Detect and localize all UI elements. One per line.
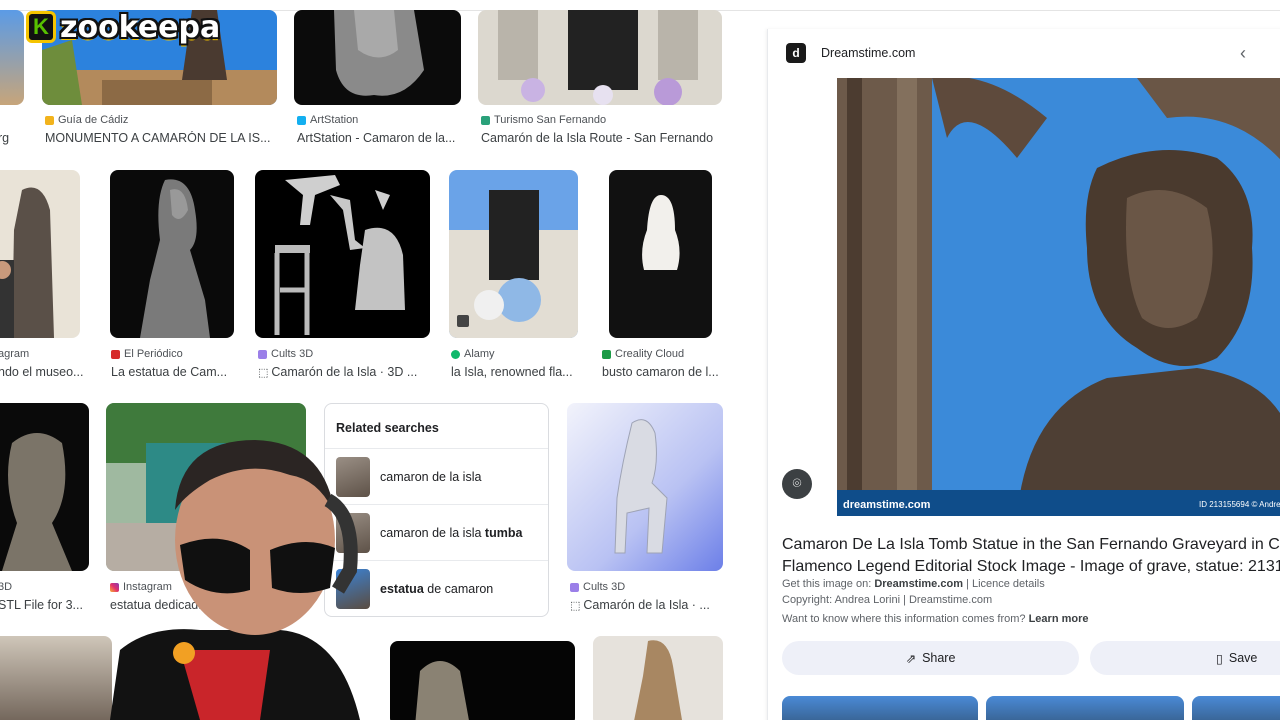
zookeepa-logo: K zookeepa <box>26 8 220 46</box>
image-result-tile[interactable] <box>567 403 723 571</box>
related-image-thumb[interactable] <box>986 696 1184 720</box>
related-image-thumb[interactable] <box>1192 696 1280 720</box>
kick-k-icon: K <box>26 11 56 43</box>
statue-closeup-image: dreamstime.com ID 213155694 © Andrea <box>837 78 1280 516</box>
webcam-overlay <box>110 420 370 720</box>
result-caption[interactable]: busto camaron de l... <box>602 365 722 379</box>
result-caption[interactable]: MONUMENTO A CAMARÓN DE LA IS... <box>45 131 277 145</box>
panel-header: d Dreamstime.com ‹ <box>768 29 1280 77</box>
get-image-link[interactable]: Dreamstime.com <box>874 578 963 590</box>
bookmark-icon: ▯ <box>1216 651 1223 666</box>
image-result-tile[interactable] <box>449 170 578 338</box>
3d-seated-figure-thumbnail <box>614 419 668 554</box>
related-search-text: camaron de la isla <box>380 469 482 484</box>
result-source: Alamy <box>451 348 495 360</box>
info-line: Want to know where this information come… <box>782 613 1089 625</box>
artstation-favicon-icon <box>297 115 306 125</box>
white-bust-thumbnail <box>642 195 680 270</box>
result-source: Creality Cloud <box>602 348 684 360</box>
result-source: Turismo San Fernando <box>481 114 606 126</box>
result-caption[interactable]: la Isla, renowned fla... <box>451 365 581 379</box>
source-site-name[interactable]: Dreamstime.com <box>821 46 915 60</box>
turismo-favicon-icon <box>481 115 490 125</box>
result-caption[interactable]: Camarón de la Isla Route - San Fernando <box>481 131 721 145</box>
guia-favicon-icon <box>45 115 54 125</box>
tomb-thumbnail <box>478 10 722 105</box>
result-caption[interactable]: ⬚ Camarón de la Isla · 3D ... <box>258 365 428 379</box>
3d-bust-thumbnail <box>334 10 424 96</box>
copyright-line: Copyright: Andrea Lorini | Dreamstime.co… <box>782 594 993 606</box>
related-search-text: camaron de la isla tumba <box>380 525 523 540</box>
elperiodico-favicon-icon <box>111 349 120 359</box>
image-result-tile[interactable] <box>110 170 234 338</box>
get-image-line: Get this image on: Dreamstime.com | Lice… <box>782 578 1045 590</box>
thinker-bust-thumbnail <box>2 433 72 571</box>
learn-more-link[interactable]: Learn more <box>1029 613 1089 625</box>
chevron-left-icon[interactable]: ‹ <box>1240 43 1246 64</box>
logo-text: zookeepa <box>60 9 221 45</box>
google-images-page: rg Guía de Cádiz MONUMENTO A CAMARÓN DE … <box>0 0 1280 720</box>
share-button[interactable]: ⇗ Share <box>782 641 1079 675</box>
image-result-tile[interactable] <box>255 170 430 338</box>
result-caption[interactable]: La estatua de Cam... <box>111 365 231 379</box>
google-lens-icon[interactable]: ⌾ <box>782 469 812 499</box>
image-id-text: ID 213155694 © Andrea <box>1199 500 1280 509</box>
image-result-tile[interactable] <box>478 10 722 105</box>
watermark-text: dreamstime.com <box>843 499 931 511</box>
result-source: agram <box>0 348 30 360</box>
result-caption[interactable]: STL File for 3... <box>0 598 88 612</box>
creality-favicon-icon <box>602 349 611 359</box>
alamy-favicon-icon <box>451 349 460 359</box>
image-result-tile[interactable] <box>593 636 723 720</box>
result-source: 3D <box>0 581 13 593</box>
related-search-text: estatua de camaron <box>380 581 494 596</box>
related-image-thumb[interactable] <box>782 696 978 720</box>
result-source: Cults 3D <box>258 348 313 360</box>
result-caption[interactable]: ndo el museo... <box>0 365 83 379</box>
statue-seated-thumbnail <box>140 179 210 338</box>
share-icon: ⇗ <box>905 651 917 666</box>
licence-link[interactable]: | Licence details <box>963 578 1045 590</box>
image-result-tile[interactable] <box>390 641 575 720</box>
image-result-tile[interactable] <box>0 403 89 571</box>
save-button[interactable]: ▯ Save <box>1090 641 1280 675</box>
cults3d-favicon-icon <box>258 349 267 359</box>
dreamstime-favicon-icon: d <box>786 43 806 63</box>
image-result-tile[interactable] <box>609 170 712 338</box>
3d-parts-thumbnail <box>274 175 405 335</box>
image-result-tile[interactable] <box>0 10 24 105</box>
streamer-webcam-image <box>110 440 360 720</box>
result-caption[interactable]: rg <box>0 131 18 145</box>
statue-photo-thumbnail <box>0 170 80 338</box>
statue-dark-thumbnail <box>415 661 469 720</box>
preview-image[interactable]: dreamstime.com ID 213155694 © Andrea <box>837 78 1280 516</box>
image-result-tile[interactable] <box>294 10 461 105</box>
preview-title[interactable]: Camaron De La Isla Tomb Statue in the Sa… <box>782 534 1280 578</box>
3d-model-icon: ⬚ <box>570 600 581 612</box>
result-source: El Periódico <box>111 348 183 360</box>
result-caption[interactable]: ArtStation - Camaron de la... <box>297 131 462 145</box>
result-source: ArtStation <box>297 114 358 126</box>
image-result-tile[interactable] <box>0 636 112 720</box>
cults3d-favicon-icon <box>570 582 579 592</box>
image-result-tile[interactable] <box>0 170 80 338</box>
result-caption[interactable]: ⬚ Camarón de la Isla · ... <box>570 598 720 612</box>
result-source: Cults 3D <box>570 581 625 593</box>
image-preview-panel: d Dreamstime.com ‹ dreamstime.com ID 213… <box>767 29 1280 720</box>
statue-tan-thumbnail <box>593 636 723 720</box>
3d-model-icon: ⬚ <box>258 367 269 379</box>
result-source: Guía de Cádiz <box>45 114 128 126</box>
tomb-garden-thumbnail <box>449 170 578 338</box>
